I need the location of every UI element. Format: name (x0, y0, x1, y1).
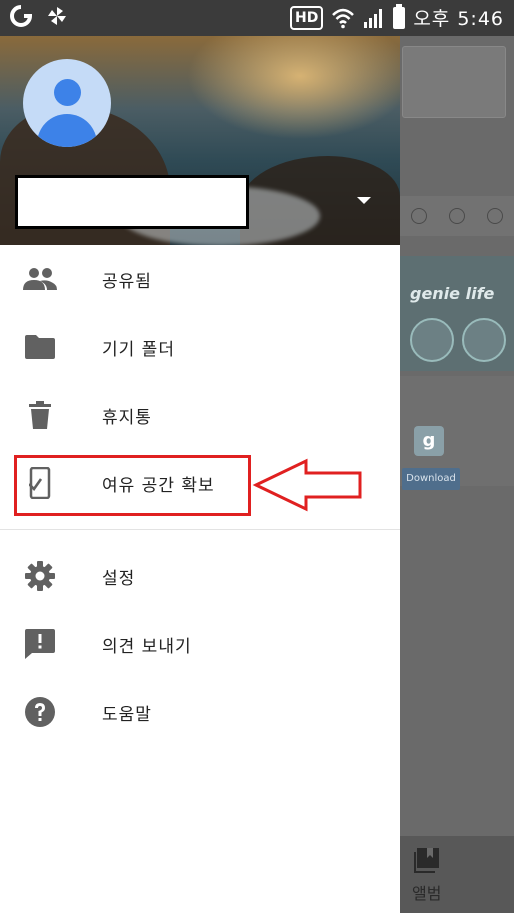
account-name-redacted (15, 175, 249, 229)
status-bar: HD 오후 5:46 (0, 0, 514, 36)
menu-item-settings[interactable]: 설정 (0, 542, 400, 610)
banner-circle-icon (462, 318, 506, 362)
banner-title: genie life (410, 284, 495, 303)
feedback-icon (22, 626, 58, 662)
arrow-annotation-icon (252, 458, 362, 512)
menu-item-label: 설정 (102, 568, 136, 589)
drawer-header (0, 36, 400, 245)
menu-item-label: 도움말 (102, 704, 152, 725)
menu-item-feedback[interactable]: 의견 보내기 (0, 610, 400, 678)
menu-item-help[interactable]: 도움말 (0, 678, 400, 746)
background-icon-row (400, 196, 514, 236)
highlight-annotation (14, 455, 251, 516)
folder-icon (22, 329, 58, 365)
background-app-content: genie life g Download 앨범 (400, 36, 514, 913)
avatar[interactable] (23, 59, 111, 147)
background-banner: genie life (400, 256, 514, 371)
signal-icon (364, 8, 383, 28)
genie-app-icon: g (414, 426, 444, 456)
hd-voice-badge: HD (289, 5, 324, 30)
dropdown-arrow-icon[interactable] (356, 196, 372, 206)
status-time: 오후 5:46 (413, 8, 504, 30)
album-icon (414, 848, 439, 873)
background-bottom-nav: 앨범 (400, 836, 514, 913)
help-icon (22, 694, 58, 730)
background-card (402, 46, 506, 118)
album-tab-label: 앨범 (412, 884, 442, 903)
app-notification-icon (10, 5, 32, 27)
menu-item-label: 휴지통 (102, 407, 152, 428)
pinwheel-icon (48, 7, 66, 25)
gear-icon (22, 558, 58, 594)
menu-divider (0, 529, 400, 530)
menu-item-label: 기기 폴더 (102, 339, 175, 360)
trash-icon (22, 397, 58, 433)
menu-item-device-folders[interactable]: 기기 폴더 (0, 313, 400, 381)
banner-circle-icon (410, 318, 454, 362)
menu-item-shared[interactable]: 공유됨 (0, 245, 400, 313)
menu-item-label: 공유됨 (102, 271, 152, 292)
people-icon (22, 261, 58, 297)
battery-icon (393, 3, 406, 29)
download-button: Download (402, 468, 460, 490)
menu-item-label: 의견 보내기 (102, 636, 192, 657)
menu-item-trash[interactable]: 휴지통 (0, 381, 400, 449)
wifi-icon (332, 8, 355, 28)
